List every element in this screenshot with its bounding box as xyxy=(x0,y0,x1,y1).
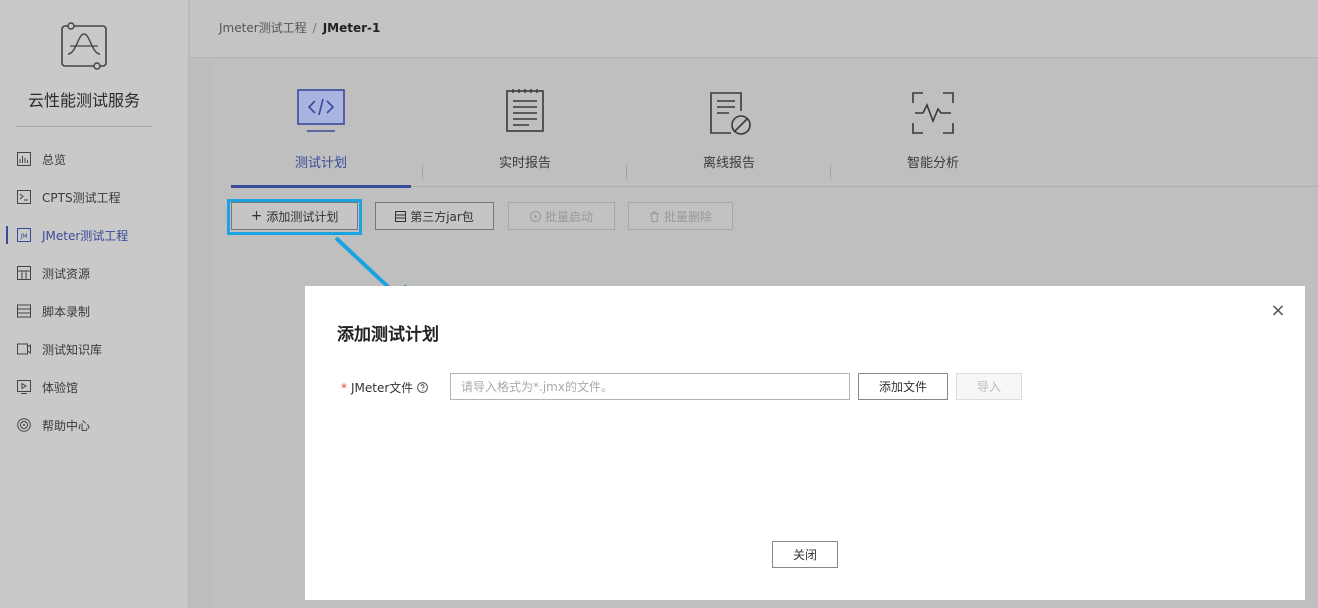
close-icon[interactable]: × xyxy=(1269,302,1287,320)
sidebar-item-label: 测试资源 xyxy=(42,266,91,281)
sidebar-item-label: CPTS测试工程 xyxy=(42,190,121,205)
tab-realtime-report[interactable]: 实时报告 xyxy=(435,59,615,187)
experience-icon xyxy=(16,379,32,395)
tab-label: 实时报告 xyxy=(498,156,551,171)
sidebar-item-script-record[interactable]: 脚本录制 xyxy=(0,292,189,330)
resource-icon xyxy=(16,265,32,281)
batch-delete-button[interactable]: 批量删除 xyxy=(628,202,733,230)
sidebar-item-resources[interactable]: 测试资源 xyxy=(0,254,189,292)
service-logo-icon xyxy=(58,20,110,70)
sidebar-item-cpts[interactable]: CPTS测试工程 xyxy=(0,178,189,216)
table-icon xyxy=(395,210,407,222)
play-icon xyxy=(529,210,541,222)
record-icon xyxy=(16,303,32,319)
sidebar-item-experience[interactable]: 体验馆 xyxy=(0,368,189,406)
divider xyxy=(16,126,152,127)
tab-offline-report[interactable]: 离线报告 xyxy=(639,59,819,187)
tab-smart-analysis[interactable]: 智能分析 xyxy=(843,59,1023,187)
batch-start-label: 批量启动 xyxy=(544,209,593,224)
tab-divider xyxy=(830,165,831,179)
required-mark: * xyxy=(341,380,347,395)
sidebar-nav: 总览 CPTS测试工程 JM JMeter测试工程 测试资源 脚本录制 测试知识… xyxy=(0,140,189,444)
sidebar-item-label: 体验馆 xyxy=(42,380,79,395)
top-bar: Jmeter测试工程 / JMeter-1 xyxy=(190,0,1318,58)
dialog-title: 添加测试计划 xyxy=(337,325,439,345)
help-center-icon xyxy=(16,417,32,433)
highlight-box xyxy=(227,199,362,235)
tab-label: 离线报告 xyxy=(702,156,755,171)
sidebar-item-overview[interactable]: 总览 xyxy=(0,140,189,178)
terminal-icon xyxy=(16,189,32,205)
tab-label: 测试计划 xyxy=(294,156,347,171)
add-test-plan-dialog: × 添加测试计划 * JMeter文件 添加文件 导入 关闭 xyxy=(305,286,1305,600)
tab-test-plan[interactable]: 测试计划 xyxy=(231,59,411,188)
close-button[interactable]: 关闭 xyxy=(772,541,838,568)
offline-report-icon xyxy=(710,92,751,135)
sidebar-item-label: 总览 xyxy=(42,152,67,167)
breadcrumb: Jmeter测试工程 / JMeter-1 xyxy=(219,19,380,36)
batch-delete-label: 批量删除 xyxy=(663,209,712,224)
tab-divider xyxy=(626,165,627,179)
tab-label: 智能分析 xyxy=(906,156,959,171)
add-file-button[interactable]: 添加文件 xyxy=(858,373,948,400)
batch-start-button[interactable]: 批量启动 xyxy=(508,202,615,230)
third-party-jar-button[interactable]: 第三方jar包 xyxy=(375,202,494,230)
sidebar-item-help-center[interactable]: 帮助中心 xyxy=(0,406,189,444)
breadcrumb-current: JMeter-1 xyxy=(322,21,381,35)
report-icon xyxy=(506,89,544,132)
breadcrumb-separator: / xyxy=(312,21,317,35)
jmeter-file-input[interactable] xyxy=(450,373,850,400)
jmeter-file-label: * JMeter文件 xyxy=(341,379,429,396)
sidebar-item-knowledge[interactable]: 测试知识库 xyxy=(0,330,189,368)
jm-icon: JM xyxy=(16,227,32,243)
sidebar-item-label: 脚本录制 xyxy=(42,304,91,319)
knowledge-icon xyxy=(16,341,32,357)
sidebar-item-jmeter[interactable]: JM JMeter测试工程 xyxy=(0,216,189,254)
sidebar: 云性能测试服务 总览 CPTS测试工程 JM JMeter测试工程 测试资源 脚… xyxy=(0,0,189,608)
analysis-icon xyxy=(912,92,954,134)
trash-icon xyxy=(649,211,660,222)
code-icon xyxy=(297,89,345,132)
tab-bar: 测试计划 实时报告 离线报告 智能分析 xyxy=(231,59,1318,188)
field-label-text: JMeter文件 xyxy=(351,381,414,395)
sidebar-item-label: JMeter测试工程 xyxy=(42,228,129,243)
import-button[interactable]: 导入 xyxy=(956,373,1022,400)
chart-icon xyxy=(16,151,32,167)
third-party-jar-label: 第三方jar包 xyxy=(410,209,474,224)
tab-divider xyxy=(422,165,423,179)
breadcrumb-parent-link[interactable]: Jmeter测试工程 xyxy=(219,21,307,35)
question-icon[interactable] xyxy=(417,382,429,393)
sidebar-item-label: 帮助中心 xyxy=(42,418,91,433)
svg-text:JM: JM xyxy=(20,233,28,240)
brand-name: 云性能测试服务 xyxy=(27,91,140,110)
sidebar-item-label: 测试知识库 xyxy=(42,342,103,357)
